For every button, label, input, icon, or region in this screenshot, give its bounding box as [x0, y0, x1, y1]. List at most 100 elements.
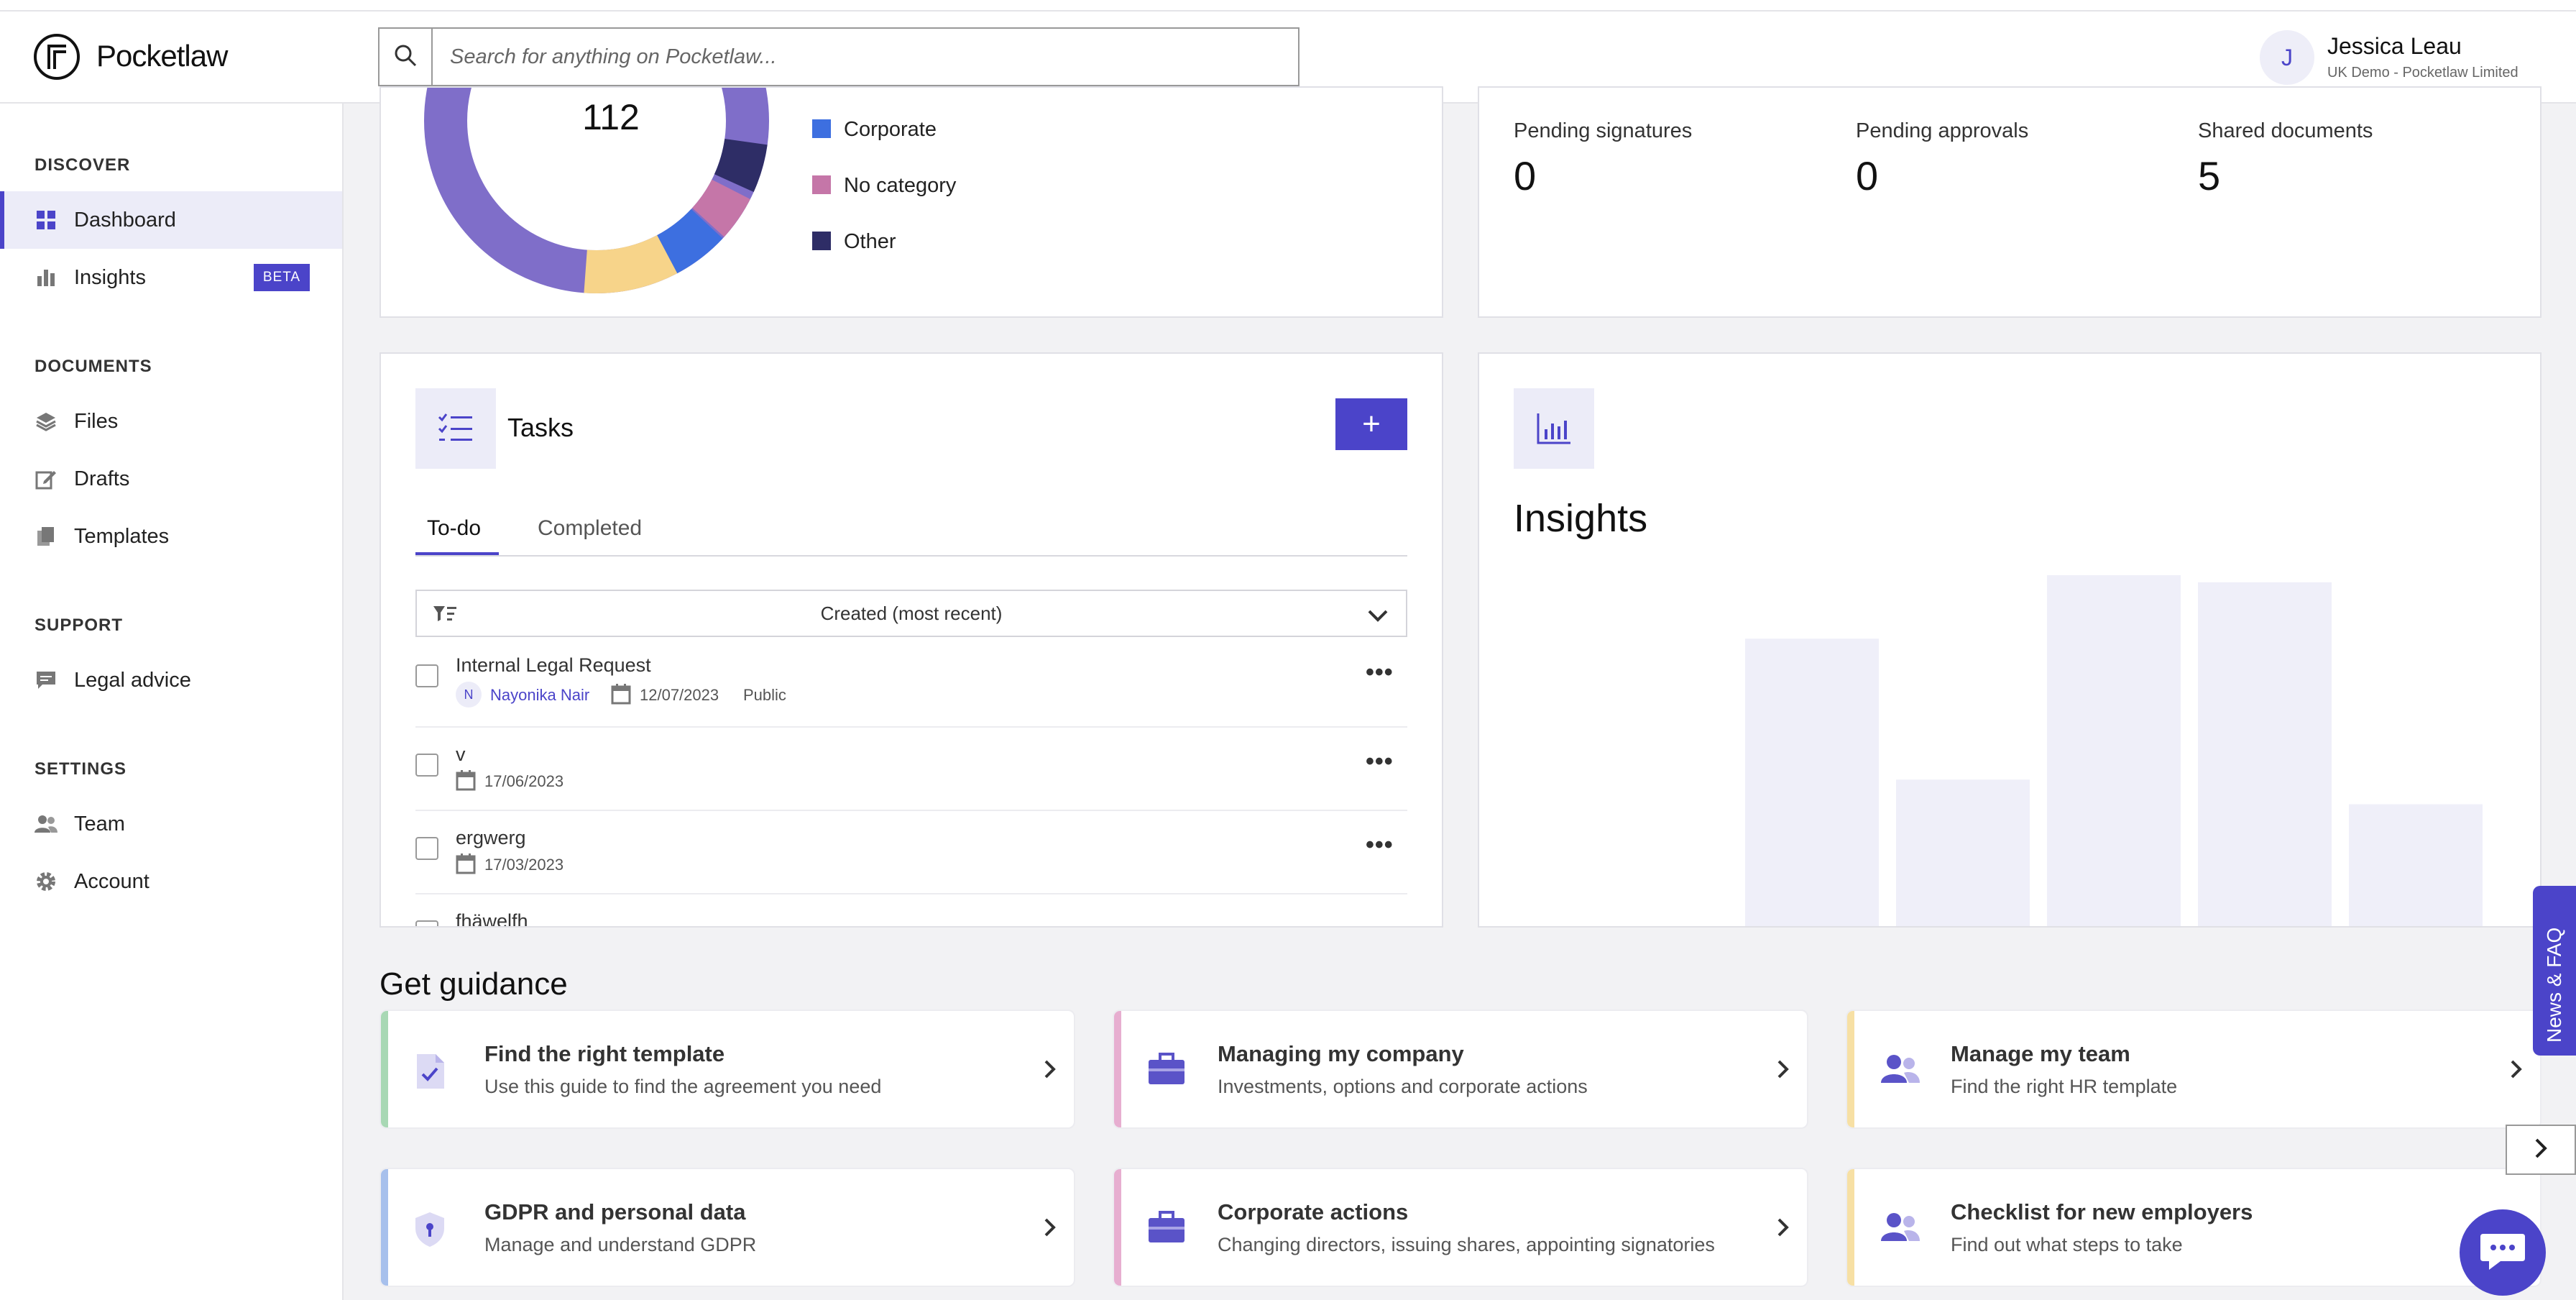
sort-label: Created (most recent) — [820, 602, 1003, 624]
insights-bar-chart — [1745, 575, 2483, 926]
stat-label-shared-documents: Shared documents — [2198, 119, 2373, 142]
sidebar-item-insights[interactable]: Insights BETA — [0, 249, 342, 306]
guidance-card-desc: Use this guide to find the agreement you… — [484, 1076, 882, 1097]
task-visibility: Public — [743, 686, 786, 704]
guidance-card[interactable]: Managing my company Investments, options … — [1113, 1010, 1808, 1129]
chevron-right-icon — [1044, 1058, 1057, 1084]
tab-completed[interactable]: Completed — [538, 516, 642, 541]
user-name[interactable]: Jessica Leau — [2327, 33, 2462, 60]
task-checkbox[interactable] — [415, 920, 438, 926]
task-date: 12/07/2023 — [640, 686, 719, 704]
sidebar-item-files[interactable]: Files — [0, 393, 342, 450]
search-box — [378, 27, 1300, 86]
sidebar-item-account[interactable]: Account — [0, 853, 342, 910]
chevron-right-icon — [1777, 1058, 1790, 1084]
insights-bar — [2349, 804, 2483, 926]
insights-bar — [1896, 779, 2030, 926]
guidance-card-desc: Find out what steps to take — [1951, 1234, 2183, 1255]
legend-label: No category — [844, 174, 957, 197]
sidebar-item-label: Templates — [74, 524, 170, 548]
stat-label-pending-approvals: Pending approvals — [1856, 119, 2029, 142]
guidance-card-title: Manage my team — [1951, 1041, 2130, 1066]
beta-badge: BETA — [254, 264, 310, 291]
carousel-next-button[interactable] — [2506, 1125, 2576, 1175]
card-accent — [1847, 1169, 1854, 1286]
task-date: 17/03/2023 — [484, 856, 564, 874]
stat-value-pending-approvals[interactable]: 0 — [1856, 152, 1878, 199]
sidebar-item-legal-advice[interactable]: Legal advice — [0, 651, 342, 709]
row-divider — [415, 810, 1407, 811]
chat-launcher-button[interactable] — [2460, 1209, 2546, 1296]
legend-swatch-other — [812, 232, 831, 250]
guidance-card-title: Corporate actions — [1218, 1199, 1409, 1225]
calendar-icon — [456, 853, 476, 878]
add-task-button[interactable]: + — [1335, 398, 1407, 450]
tab-to-do[interactable]: To-do — [427, 516, 481, 541]
task-assignee[interactable]: Nayonika Nair — [490, 686, 589, 705]
document-check-icon — [414, 1053, 446, 1094]
people-icon — [1880, 1053, 1920, 1088]
layers-icon — [34, 410, 58, 433]
assignee-avatar: N — [456, 682, 482, 708]
tasks-card: Tasks + To-do Completed Created (most re… — [380, 352, 1443, 928]
chevron-right-icon — [1044, 1217, 1057, 1242]
legend-label: Other — [844, 230, 896, 253]
task-name[interactable]: Internal Legal Request — [456, 654, 651, 677]
row-divider — [415, 893, 1407, 894]
sidebar-item-templates[interactable]: Templates — [0, 508, 342, 565]
news-faq-label: News & FAQ — [2543, 927, 2565, 1043]
more-options-button[interactable]: ••• — [1366, 748, 1394, 776]
task-name[interactable]: v — [456, 743, 466, 766]
tabs-divider — [415, 555, 1407, 557]
calendar-icon — [611, 683, 631, 708]
guidance-card[interactable]: Manage my team Find the right HR template — [1846, 1010, 2542, 1129]
tasks-icon — [415, 388, 496, 469]
top-strip — [0, 0, 2576, 12]
task-checkbox[interactable] — [415, 837, 438, 860]
guidance-card-title: Find the right template — [484, 1041, 725, 1066]
sidebar-item-label: Legal advice — [74, 668, 191, 692]
more-options-button[interactable]: ••• — [1366, 659, 1394, 687]
nav-heading-settings: SETTINGS — [34, 759, 127, 779]
nav-heading-documents: DOCUMENTS — [34, 357, 152, 376]
more-options-button[interactable]: ••• — [1366, 831, 1394, 859]
stat-value-shared-documents[interactable]: 5 — [2198, 152, 2220, 199]
task-name[interactable]: fhäwelfh — [456, 910, 528, 926]
filter-icon — [433, 604, 457, 629]
sidebar-item-dashboard[interactable]: Dashboard — [0, 191, 342, 249]
guidance-card[interactable]: Corporate actions Changing directors, iss… — [1113, 1168, 1808, 1287]
search-input[interactable] — [434, 29, 1297, 85]
guidance-card-desc: Changing directors, issuing shares, appo… — [1218, 1234, 1715, 1255]
task-checkbox[interactable] — [415, 754, 438, 777]
logo-icon — [33, 33, 80, 81]
avatar[interactable]: J — [2260, 30, 2314, 85]
sort-dropdown[interactable]: Created (most recent) — [415, 590, 1407, 637]
guidance-card[interactable]: Find the right template Use this guide to… — [380, 1010, 1075, 1129]
logo-text: Pocketlaw — [96, 39, 228, 73]
shield-icon — [414, 1211, 446, 1252]
stat-value-pending-signatures[interactable]: 0 — [1514, 152, 1536, 199]
card-accent — [1114, 1169, 1121, 1286]
task-name[interactable]: ergwerg — [456, 827, 526, 849]
sidebar-item-team[interactable]: Team — [0, 795, 342, 853]
donut-total: 112 — [582, 97, 640, 137]
guidance-title: Get guidance — [380, 966, 568, 1002]
edit-icon — [34, 467, 58, 490]
guidance-card-desc: Manage and understand GDPR — [484, 1234, 757, 1255]
copy-icon — [34, 525, 58, 548]
insights-bar — [2047, 575, 2181, 926]
legend-swatch-no-category — [812, 175, 831, 194]
guidance-card[interactable]: Checklist for new employers Find out what… — [1846, 1168, 2542, 1287]
guidance-card-title: Checklist for new employers — [1951, 1199, 2253, 1225]
task-checkbox[interactable] — [415, 664, 438, 687]
legend-label: Corporate — [844, 118, 937, 141]
sidebar-item-drafts[interactable]: Drafts — [0, 450, 342, 508]
search-button[interactable] — [380, 29, 433, 85]
card-accent — [381, 1011, 388, 1127]
chevron-down-icon — [1367, 605, 1389, 628]
chat-icon — [34, 669, 58, 692]
guidance-card[interactable]: GDPR and personal data Manage and underst… — [380, 1168, 1075, 1287]
news-faq-tab[interactable]: News & FAQ — [2533, 886, 2576, 1056]
nav-heading-discover: DISCOVER — [34, 155, 131, 175]
calendar-icon — [456, 769, 476, 795]
